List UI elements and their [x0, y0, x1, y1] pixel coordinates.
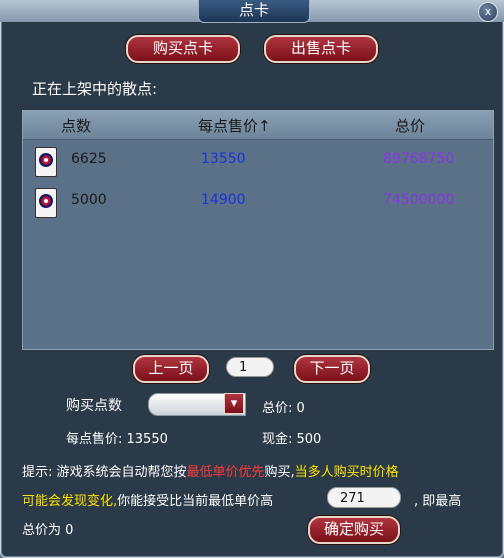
header-price-label: 每点售价: [198, 117, 259, 135]
total-price-label: 总价: 0: [262, 401, 305, 416]
sell-point-card-button[interactable]: 出售点卡: [264, 35, 378, 63]
table-row[interactable]: 5000 14900 74500000: [23, 184, 493, 222]
header-price[interactable]: 每点售价↑: [198, 115, 271, 136]
unit-price-label: 每点售价: 13550: [66, 432, 168, 447]
close-icon[interactable]: x: [478, 2, 498, 22]
next-page-button[interactable]: 下一页: [294, 355, 370, 383]
header-total[interactable]: 总价: [395, 115, 425, 136]
hint-emphasis-yellow: 当多人购买时价格: [294, 465, 399, 480]
cash-label: 现金: 500: [262, 432, 322, 447]
row-price: 14900: [201, 192, 246, 208]
row-total: 89768750: [383, 151, 455, 167]
hint-line-3: 总价为 0: [22, 523, 74, 538]
max-premium-input[interactable]: 271: [327, 487, 401, 508]
hint-line-2: 可能会发现变化,你能接受比当前最低单价高: [22, 494, 274, 509]
quantity-label: 购买点数: [66, 398, 122, 414]
row-count: 5000: [71, 192, 107, 208]
listing-section-label: 正在上架中的散点:: [32, 80, 158, 98]
point-card-icon: [35, 188, 57, 218]
hint-emphasis-red: 最低单价优先: [186, 465, 265, 480]
window-title: 点卡: [198, 0, 310, 23]
sort-arrow-icon: ↑: [258, 117, 271, 135]
page-number-field[interactable]: 1: [226, 357, 274, 377]
table-row[interactable]: 6625 13550 89768750: [23, 143, 493, 181]
quantity-dropdown-icon[interactable]: ▾: [224, 393, 244, 414]
point-card-icon: [35, 147, 57, 177]
listing-table[interactable]: 点数 每点售价↑ 总价 6625 13550 89768750 5000 149…: [22, 110, 494, 350]
row-count: 6625: [71, 151, 107, 167]
row-total: 74500000: [383, 192, 455, 208]
buy-point-card-button[interactable]: 购买点卡: [126, 35, 240, 63]
hint-line-1: 提示: 游戏系统会自动帮您按最低单价优先购买,当多人购买时价格: [22, 465, 399, 480]
prev-page-button[interactable]: 上一页: [133, 355, 209, 383]
header-count[interactable]: 点数: [61, 115, 91, 136]
row-price: 13550: [201, 151, 246, 167]
hint-line-2-suffix: , 即最高: [414, 494, 462, 509]
table-header: 点数 每点售价↑ 总价: [23, 111, 493, 140]
confirm-purchase-button[interactable]: 确定购买: [308, 516, 400, 544]
